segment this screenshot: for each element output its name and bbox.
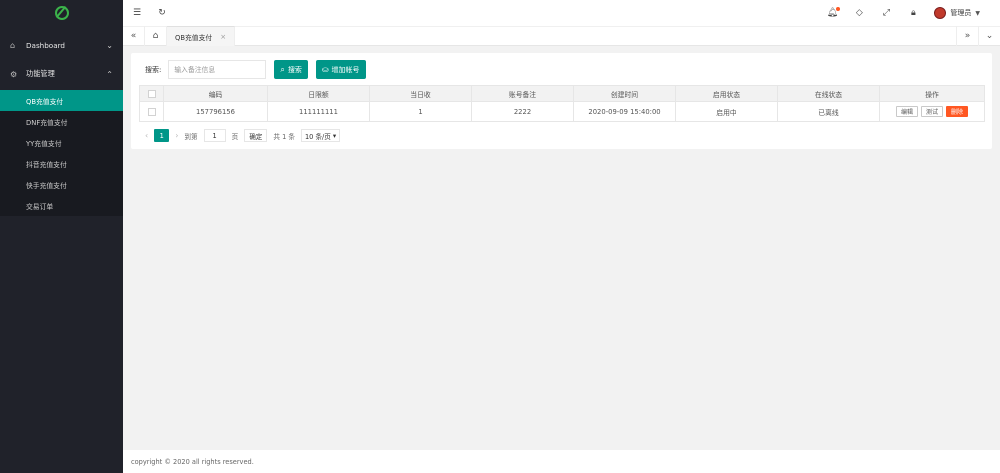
column-header[interactable]: 在线状态 xyxy=(777,85,880,102)
sidebar-submenu: QB充值支付 DNF充值支付 YY充值支付 抖音充值支付 快手充值支付 交易订单 xyxy=(0,90,123,216)
add-user-icon: ⛀ xyxy=(321,65,329,74)
sidebar-item-yy[interactable]: YY充值支付 xyxy=(0,132,123,153)
sidebar-group-functions[interactable]: ⚙ 功能管理 ⌃ xyxy=(0,64,123,84)
user-name: 管理员 xyxy=(950,9,972,17)
column-header[interactable]: 当日收 xyxy=(369,85,472,102)
user-menu[interactable]: 管理员 ▼ xyxy=(934,7,980,19)
cell-today-income: 1 xyxy=(369,101,472,122)
accounts-table: 编码 日限额 当日收 账号备注 创建时间 启用状态 在线状态 操作 157796… xyxy=(139,85,985,122)
sidebar-item-dnf[interactable]: DNF充值支付 xyxy=(0,111,123,132)
sidebar-item-kuaishou[interactable]: 快手充值支付 xyxy=(0,174,123,195)
cell-actions: 编辑 测试 删除 xyxy=(879,101,985,122)
column-header: 操作 xyxy=(879,85,985,102)
cell-enabled-status: 启用中 xyxy=(675,101,778,122)
add-account-button[interactable]: ⛀ 增加帐号 xyxy=(315,60,366,79)
column-header[interactable]: 启用状态 xyxy=(675,85,778,102)
tabs-menu-icon[interactable]: ⌄ xyxy=(978,26,1000,46)
tab-label: QB充值支付 xyxy=(175,33,213,42)
test-button[interactable]: 测试 xyxy=(920,106,943,117)
sidebar-item-label: YY充值支付 xyxy=(26,139,62,148)
cell-code: 157796156 xyxy=(163,101,268,122)
column-header[interactable]: 编码 xyxy=(163,85,268,102)
bell-icon[interactable]: 🔔︎ xyxy=(826,7,841,18)
sidebar-item-label: 抖音充值支付 xyxy=(26,160,67,169)
checkbox[interactable] xyxy=(147,89,156,98)
column-header[interactable]: 日限额 xyxy=(267,85,370,102)
caret-down-icon: ▾ xyxy=(332,131,337,140)
sidebar-item-label: 快手充值支付 xyxy=(26,181,67,190)
goto-page-input[interactable] xyxy=(203,129,226,142)
current-page[interactable]: 1 xyxy=(154,129,170,142)
sidebar-item-label: DNF充值支付 xyxy=(26,118,68,127)
search-button[interactable]: ⌕ 搜索 xyxy=(274,60,308,79)
tabs-bar: « ⌂ QB充值支付 × » ⌄ xyxy=(123,26,1000,46)
cell-created: 2020-09-09 15:40:00 xyxy=(573,101,676,122)
sidebar: ⌂ Dashboard ⌄ ⚙ 功能管理 ⌃ QB充值支付 DNF充值支付 YY… xyxy=(0,0,123,473)
search-label: 搜索: xyxy=(145,65,162,74)
search-icon: ⌕ xyxy=(280,64,285,74)
tag-icon[interactable]: ◇ xyxy=(853,8,865,18)
next-page-icon[interactable]: › xyxy=(175,131,178,140)
sidebar-item-qb[interactable]: QB充值支付 xyxy=(0,90,123,111)
sidebar-item-label: QB充值支付 xyxy=(26,97,64,106)
chevron-up-icon: ⌃ xyxy=(106,69,113,79)
sidebar-item-douyin[interactable]: 抖音充值支付 xyxy=(0,153,123,174)
select-all-checkbox[interactable] xyxy=(139,85,164,102)
column-header[interactable]: 账号备注 xyxy=(471,85,574,102)
chevron-down-icon: ⌄ xyxy=(106,40,113,50)
prev-page-icon[interactable]: ‹ xyxy=(145,131,148,140)
app-logo[interactable] xyxy=(0,0,123,26)
cell-online-status: 已离线 xyxy=(777,101,880,122)
goto-label: 到第 xyxy=(184,132,198,141)
caret-down-icon: ▼ xyxy=(975,9,980,17)
search-input[interactable] xyxy=(168,60,267,79)
copyright-text: copyright © 2020 all rights reserved. xyxy=(131,457,254,466)
refresh-icon[interactable]: ↻ xyxy=(156,8,168,18)
total-count: 共 1 条 xyxy=(273,132,295,141)
sidebar-group-dashboard[interactable]: ⌂ Dashboard ⌄ xyxy=(0,35,123,55)
row-checkbox-cell[interactable] xyxy=(139,101,164,122)
home-icon: ⌂ xyxy=(10,40,16,50)
cell-remark: 2222 xyxy=(471,101,574,122)
table-row: 157796156 111111111 1 2222 2020-09-09 15… xyxy=(139,101,985,122)
sidebar-item-label: 交易订单 xyxy=(26,202,54,211)
column-header[interactable]: 创建时间 xyxy=(573,85,676,102)
footer: copyright © 2020 all rights reserved. xyxy=(123,450,1000,473)
tab-qb[interactable]: QB充值支付 × xyxy=(167,26,236,46)
logo-icon xyxy=(54,6,69,20)
pagination: ‹ 1 › 到第 页 确定 共 1 条 10 条/页 ▾ xyxy=(145,129,341,142)
cell-daily-limit: 111111111 xyxy=(267,101,370,122)
search-toolbar: 搜索: ⌕ 搜索 ⛀ 增加帐号 xyxy=(145,60,366,79)
search-button-label: 搜索 xyxy=(287,65,302,74)
page-size-select[interactable]: 10 条/页 ▾ xyxy=(300,129,341,142)
delete-button[interactable]: 删除 xyxy=(946,106,969,117)
fullscreen-icon[interactable]: ⤢ xyxy=(880,8,892,18)
add-account-label: 增加帐号 xyxy=(331,65,360,74)
top-header: ☰ ↻ 🔔︎ ◇ ⤢ 🔒︎ 管理员 ▼ xyxy=(123,0,1000,26)
sidebar-group-label: 功能管理 xyxy=(26,69,55,78)
page-unit-label: 页 xyxy=(231,132,239,141)
edit-button[interactable]: 编辑 xyxy=(895,106,918,117)
table-header-row: 编码 日限额 当日收 账号备注 创建时间 启用状态 在线状态 操作 xyxy=(139,85,985,102)
menu-toggle-icon[interactable]: ☰ xyxy=(131,8,143,18)
notification-dot xyxy=(836,7,841,11)
avatar xyxy=(934,7,947,19)
tabs-scroll-left-icon[interactable]: « xyxy=(123,26,145,46)
lock-icon[interactable]: 🔒︎ xyxy=(907,8,919,18)
sidebar-group-label: Dashboard xyxy=(26,40,65,50)
sidebar-item-orders[interactable]: 交易订单 xyxy=(0,195,123,216)
gear-icon: ⚙ xyxy=(10,69,18,79)
content-card: 搜索: ⌕ 搜索 ⛀ 增加帐号 编码 日限额 当日收 账号备注 创建时间 启用状… xyxy=(131,53,992,149)
checkbox[interactable] xyxy=(147,107,156,116)
home-tab-icon[interactable]: ⌂ xyxy=(145,26,167,46)
goto-confirm-button[interactable]: 确定 xyxy=(244,129,268,142)
tabs-scroll-right-icon[interactable]: » xyxy=(956,26,978,46)
page-size-value: 10 条/页 xyxy=(304,132,331,141)
close-icon[interactable]: × xyxy=(220,33,226,41)
